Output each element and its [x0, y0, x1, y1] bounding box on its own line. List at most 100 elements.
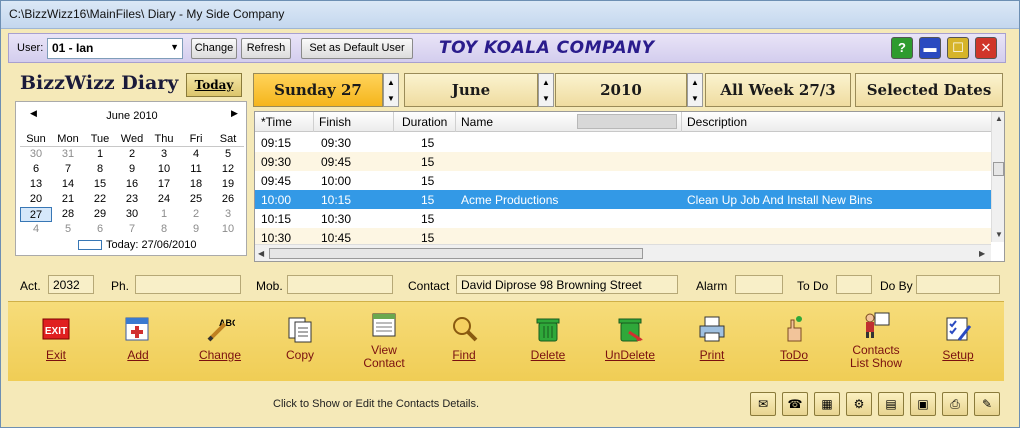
vertical-scroll-thumb[interactable]: [993, 162, 1004, 176]
calendar-day[interactable]: 10: [212, 222, 244, 237]
spin-up-icon[interactable]: ▲: [542, 78, 550, 87]
status-phone-button[interactable]: ☎: [782, 392, 808, 416]
calendar-day[interactable]: 9: [180, 222, 212, 237]
spin-up-icon[interactable]: ▲: [387, 78, 395, 87]
table-row[interactable]: 10:30 10:45 15: [255, 228, 991, 244]
calendar-day[interactable]: 26: [212, 192, 244, 207]
todo-button[interactable]: ToDo: [758, 314, 830, 362]
spin-up-icon[interactable]: ▲: [691, 78, 699, 87]
calendar-day[interactable]: 7: [116, 222, 148, 237]
calendar-day[interactable]: 5: [212, 147, 244, 162]
table-row[interactable]: 09:45 10:00 15: [255, 171, 991, 190]
scroll-left-icon[interactable]: ◀: [258, 249, 264, 258]
scroll-down-icon[interactable]: ▼: [995, 230, 1003, 239]
column-header-description[interactable]: Description: [687, 115, 747, 129]
calendar-day[interactable]: 21: [52, 192, 84, 207]
calendar-day[interactable]: 5: [52, 222, 84, 237]
calendar-day[interactable]: 20: [20, 192, 52, 207]
phone-field[interactable]: [135, 275, 241, 294]
horizontal-scrollbar[interactable]: ◀ ▶: [255, 244, 991, 261]
horizontal-scroll-thumb[interactable]: [269, 248, 643, 259]
act-field[interactable]: 2032: [48, 275, 94, 294]
vertical-scrollbar[interactable]: ▲ ▼: [991, 112, 1004, 242]
contact-field[interactable]: David Diprose 98 Browning Street: [456, 275, 678, 294]
today-button[interactable]: Today: [186, 73, 242, 97]
selected-dates-button[interactable]: Selected Dates: [855, 73, 1003, 107]
calendar-day[interactable]: 23: [116, 192, 148, 207]
calendar-day[interactable]: 10: [148, 162, 180, 177]
status-book-button[interactable]: ▤: [878, 392, 904, 416]
day-spinner[interactable]: ▲ ▼: [383, 73, 399, 107]
status-mail-button[interactable]: ✉: [750, 392, 776, 416]
todo-field[interactable]: [836, 275, 872, 294]
calendar-day[interactable]: 28: [52, 207, 84, 222]
help-button[interactable]: ?: [891, 37, 913, 59]
scroll-right-icon[interactable]: ▶: [979, 249, 985, 258]
calendar-day-selected[interactable]: 27: [20, 207, 52, 222]
calendar-today-link[interactable]: Today: 27/06/2010: [78, 239, 197, 251]
doby-field[interactable]: [916, 275, 1000, 294]
status-printer-button[interactable]: ⎙: [942, 392, 968, 416]
calendar-day[interactable]: 3: [148, 147, 180, 162]
calendar-day[interactable]: 30: [20, 147, 52, 162]
column-header-name[interactable]: Name: [461, 115, 493, 129]
change-button[interactable]: ABC Change: [184, 314, 256, 362]
delete-button[interactable]: Delete: [512, 314, 584, 362]
maximize-button[interactable]: ☐: [947, 37, 969, 59]
calendar-day[interactable]: 14: [52, 177, 84, 192]
minimize-button[interactable]: ▬: [919, 37, 941, 59]
scroll-up-icon[interactable]: ▲: [995, 114, 1003, 123]
calendar-day[interactable]: 22: [84, 192, 116, 207]
column-filter-box[interactable]: [577, 114, 677, 129]
close-button[interactable]: ✕: [975, 37, 997, 59]
status-settings-button[interactable]: ⚙: [846, 392, 872, 416]
calendar-day[interactable]: 15: [84, 177, 116, 192]
table-row[interactable]: 09:15 09:30 15: [255, 133, 991, 152]
calendar-day[interactable]: 1: [148, 207, 180, 222]
calendar-day[interactable]: 4: [20, 222, 52, 237]
calendar-day[interactable]: 9: [116, 162, 148, 177]
calendar-day[interactable]: 24: [148, 192, 180, 207]
undelete-button[interactable]: UnDelete: [594, 314, 666, 362]
calendar-day[interactable]: 8: [84, 162, 116, 177]
refresh-button[interactable]: Refresh: [241, 38, 291, 59]
calendar-day[interactable]: 18: [180, 177, 212, 192]
spin-down-icon[interactable]: ▼: [387, 94, 395, 103]
column-header-time[interactable]: *Time: [261, 115, 292, 129]
day-selector[interactable]: Sunday 27: [253, 73, 383, 107]
status-note-button[interactable]: ✎: [974, 392, 1000, 416]
calendar-day[interactable]: 16: [116, 177, 148, 192]
calendar-day[interactable]: 1: [84, 147, 116, 162]
setup-button[interactable]: Setup: [922, 314, 994, 362]
status-calendar-button[interactable]: ▣: [910, 392, 936, 416]
year-spinner[interactable]: ▲ ▼: [687, 73, 703, 107]
print-button[interactable]: Print: [676, 314, 748, 362]
calendar-day[interactable]: 2: [180, 207, 212, 222]
spin-down-icon[interactable]: ▼: [691, 94, 699, 103]
calendar-day[interactable]: 6: [84, 222, 116, 237]
copy-button[interactable]: Copy: [264, 314, 336, 362]
calendar-day[interactable]: 11: [180, 162, 212, 177]
exit-button[interactable]: EXIT Exit: [20, 314, 92, 362]
month-spinner[interactable]: ▲ ▼: [538, 73, 554, 107]
spin-down-icon[interactable]: ▼: [542, 94, 550, 103]
view-contact-button[interactable]: View Contact: [348, 310, 420, 370]
table-row-selected[interactable]: 10:00 10:15 15 Acme Productions Clean Up…: [255, 190, 991, 209]
column-header-finish[interactable]: Finish: [319, 115, 351, 129]
calendar-day[interactable]: 13: [20, 177, 52, 192]
set-default-user-button[interactable]: Set as Default User: [301, 38, 413, 59]
calendar-day[interactable]: 8: [148, 222, 180, 237]
calendar-day[interactable]: 25: [180, 192, 212, 207]
calendar-day[interactable]: 7: [52, 162, 84, 177]
table-row[interactable]: 09:30 09:45 15: [255, 152, 991, 171]
contacts-list-show-button[interactable]: Contacts List Show: [840, 310, 912, 370]
change-user-button[interactable]: Change: [191, 38, 237, 59]
calendar-day[interactable]: 19: [212, 177, 244, 192]
calendar-day[interactable]: 17: [148, 177, 180, 192]
add-button[interactable]: Add: [102, 314, 174, 362]
status-calculator-button[interactable]: ▦: [814, 392, 840, 416]
calendar-day[interactable]: 31: [52, 147, 84, 162]
calendar-day[interactable]: 29: [84, 207, 116, 222]
calendar-day[interactable]: 2: [116, 147, 148, 162]
calendar-day[interactable]: 30: [116, 207, 148, 222]
